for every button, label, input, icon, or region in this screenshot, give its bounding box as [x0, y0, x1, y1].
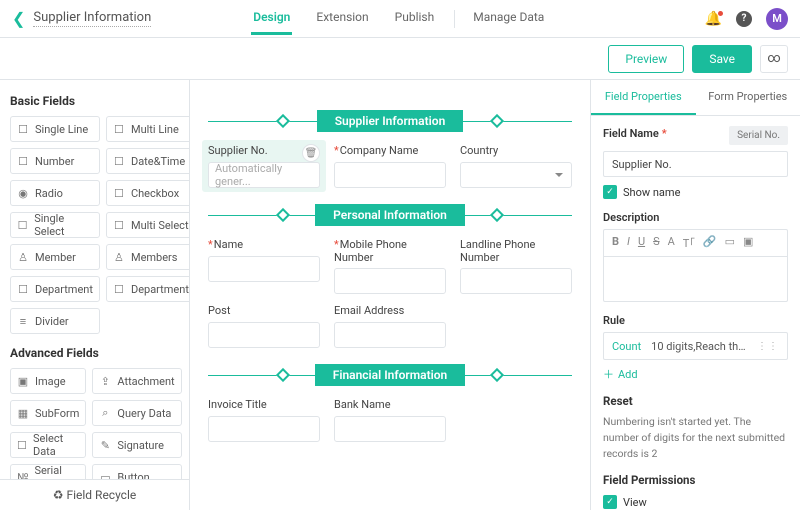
basic-field-divider[interactable]: ≡Divider: [10, 308, 100, 334]
description-editor[interactable]: B I U S A T｢ 🔗 ▭ ▣: [603, 229, 788, 302]
field-name-label: Field Name*: [603, 126, 667, 140]
section-supplier-info[interactable]: Supplier Information: [317, 110, 464, 132]
field-invoice-title[interactable]: Invoice Title: [208, 398, 320, 442]
basic-field-date-time[interactable]: ☐Date&Time: [106, 148, 190, 174]
adv-field-image[interactable]: ▣Image: [10, 368, 86, 394]
basic-field-number[interactable]: ☐Number: [10, 148, 100, 174]
advanced-fields-heading: Advanced Fields: [10, 346, 179, 360]
basic-field-member[interactable]: ♙Member: [10, 244, 100, 270]
help-icon[interactable]: ?: [736, 11, 752, 27]
adv-field-select-data[interactable]: ☐Select Data: [10, 432, 86, 458]
basic-field-checkbox[interactable]: ☐Checkbox: [106, 180, 190, 206]
field-name-input[interactable]: [603, 151, 788, 177]
adv-field-subform[interactable]: ▦SubForm: [10, 400, 86, 426]
preview-button[interactable]: Preview: [608, 45, 684, 73]
avatar[interactable]: M: [766, 8, 788, 30]
section-personal-info[interactable]: Personal Information: [315, 204, 465, 226]
field-company-name[interactable]: Company Name: [334, 144, 446, 188]
adv-field-query-data[interactable]: ⌕Query Data: [92, 400, 181, 426]
share-button[interactable]: ∞: [760, 45, 788, 73]
manage-data-link[interactable]: Manage Data: [473, 2, 544, 35]
field-country[interactable]: Country: [460, 144, 572, 188]
field-recycle[interactable]: ♻ Field Recycle: [0, 479, 189, 510]
adv-field-attachment[interactable]: ⇪Attachment: [92, 368, 181, 394]
reset-text: Numbering isn't started yet. The number …: [603, 414, 788, 461]
delete-icon[interactable]: 🗑: [302, 144, 320, 162]
page-title[interactable]: Supplier Information: [33, 10, 151, 27]
image-icon[interactable]: ▣: [743, 235, 753, 251]
textcolor-icon[interactable]: T｢: [683, 235, 695, 251]
save-button[interactable]: Save: [692, 45, 752, 73]
bell-icon[interactable]: 🔔: [705, 11, 722, 27]
basic-field-multi-select[interactable]: ☐Multi Select: [106, 212, 190, 238]
field-name[interactable]: Name: [208, 238, 320, 294]
section-financial-info[interactable]: Financial Information: [315, 364, 466, 386]
basic-field-multi-line[interactable]: ☐Multi Line: [106, 116, 190, 142]
field-landline[interactable]: Landline Phone Number: [460, 238, 572, 294]
basic-field-radio[interactable]: ◉Radio: [10, 180, 100, 206]
basic-field-members[interactable]: ♙Members: [106, 244, 190, 270]
field-email[interactable]: Email Address: [334, 304, 446, 348]
show-name-checkbox[interactable]: ✓Show name: [603, 185, 788, 199]
drag-handle-icon[interactable]: ⋮⋮: [757, 341, 779, 352]
italic-icon[interactable]: I: [627, 235, 630, 251]
field-permissions-heading: Field Permissions: [603, 473, 788, 487]
link-icon[interactable]: 🔗: [703, 235, 717, 251]
basic-field-single-line[interactable]: ☐Single Line: [10, 116, 100, 142]
field-type-badge: Serial No.: [729, 126, 788, 145]
basic-field-single-select[interactable]: ☐Single Select: [10, 212, 100, 238]
strike-icon[interactable]: S: [653, 235, 660, 251]
field-mobile[interactable]: Mobile Phone Number: [334, 238, 446, 294]
view-checkbox[interactable]: ✓View: [603, 495, 788, 509]
code-icon[interactable]: ▭: [725, 235, 735, 251]
font-icon[interactable]: A: [668, 235, 675, 251]
tab-extension[interactable]: Extension: [314, 2, 370, 35]
tab-design[interactable]: Design: [251, 2, 292, 35]
basic-field-department[interactable]: ☐Department: [10, 276, 100, 302]
rule-row[interactable]: Count 10 digits,Reach the ... ⋮⋮: [603, 332, 788, 360]
tab-publish[interactable]: Publish: [393, 2, 437, 35]
tab-field-properties[interactable]: Field Properties: [591, 80, 696, 115]
rule-label: Rule: [603, 314, 788, 327]
field-bank-name[interactable]: Bank Name: [334, 398, 446, 442]
reset-heading: Reset: [603, 394, 788, 408]
tab-form-properties[interactable]: Form Properties: [696, 80, 800, 115]
adv-field-signature[interactable]: ✎Signature: [92, 432, 181, 458]
divider: [454, 10, 455, 28]
back-icon[interactable]: ❮: [12, 9, 25, 28]
add-rule-button[interactable]: ＋ Add: [603, 366, 788, 382]
description-label: Description: [603, 211, 788, 224]
underline-icon[interactable]: U: [638, 235, 645, 251]
basic-fields-heading: Basic Fields: [10, 94, 179, 108]
field-post[interactable]: Post: [208, 304, 320, 348]
basic-field-departments[interactable]: ☐Departments: [106, 276, 190, 302]
field-supplier-no[interactable]: 🗑 Supplier No. Automatically gener...: [202, 140, 326, 192]
bold-icon[interactable]: B: [612, 235, 619, 251]
